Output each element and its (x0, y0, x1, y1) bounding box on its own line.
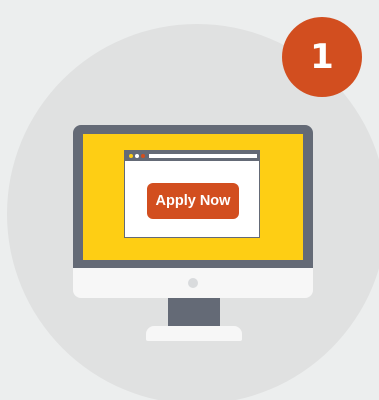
power-indicator-icon (188, 278, 198, 288)
monitor-stand-neck (168, 298, 220, 328)
browser-titlebar (125, 151, 259, 161)
window-dot-icon (135, 154, 139, 158)
window-dot-icon (141, 154, 145, 158)
step-number: 1 (310, 37, 334, 77)
apply-now-label: Apply Now (155, 193, 231, 209)
apply-now-button[interactable]: Apply Now (147, 183, 239, 219)
illustration-canvas: 1 Apply Now (0, 0, 379, 400)
step-number-badge: 1 (282, 17, 362, 97)
browser-window-icon: Apply Now (124, 150, 260, 238)
window-dot-icon (129, 154, 133, 158)
browser-url-bar (149, 154, 257, 158)
monitor-stand-base (146, 326, 242, 341)
